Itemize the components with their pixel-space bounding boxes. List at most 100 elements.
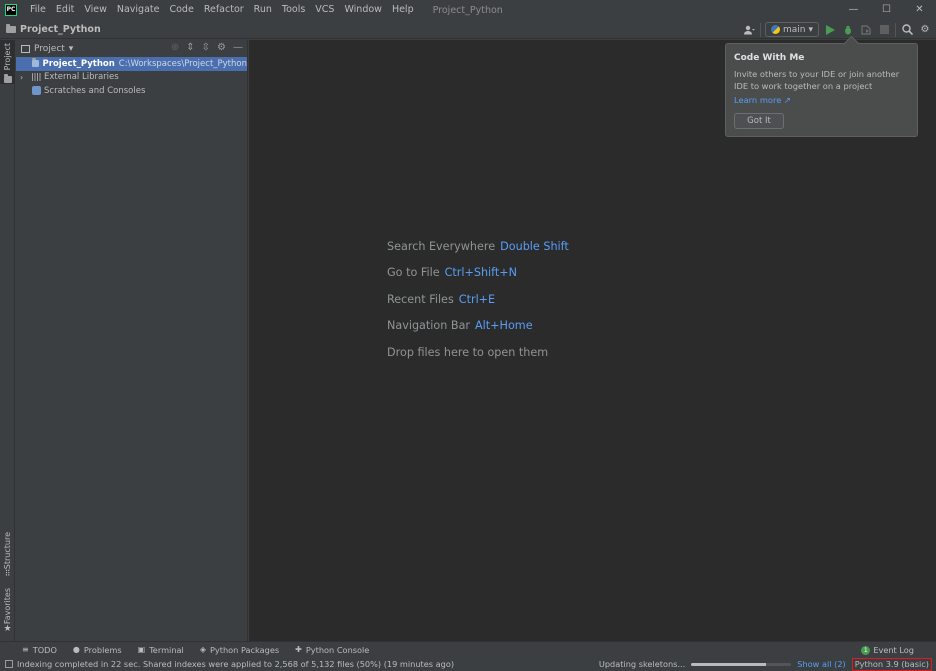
pycharm-logo-icon[interactable]: PC <box>5 4 17 16</box>
hint-go-to-file: Go to File Ctrl+Shift+N <box>387 266 569 292</box>
hint-text: Drop files here to open them <box>387 345 549 359</box>
run-configuration-select[interactable]: main ▾ <box>764 22 819 37</box>
python-icon <box>770 25 780 34</box>
progress-fill <box>691 662 767 666</box>
background-task-progress[interactable] <box>691 662 792 666</box>
background-task-label[interactable]: Updating skeletons... <box>599 659 685 669</box>
popup-body: Invite others to your IDE or join anothe… <box>734 69 900 91</box>
menu-help[interactable]: Help <box>387 0 419 20</box>
tab-python-packages-label: Python Packages <box>209 644 280 655</box>
hint-navigation-bar: Navigation Bar Alt+Home <box>387 319 569 345</box>
folder-icon <box>32 58 39 68</box>
chevron-down-icon: ▾ <box>808 24 813 35</box>
tab-python-console[interactable]: ✚ Python Console <box>287 645 377 655</box>
menu-window[interactable]: Window <box>339 0 386 20</box>
tree-item-project[interactable]: Project_Python C:\Workspaces\Project_Pyt… <box>16 57 247 71</box>
gear-icon[interactable]: ⚙ <box>918 23 932 37</box>
tab-python-packages[interactable]: ◈ Python Packages <box>192 645 287 655</box>
python-console-icon: ✚ <box>295 645 302 654</box>
hint-shortcut: Alt+Home <box>475 319 533 333</box>
hint-recent-files: Recent Files Ctrl+E <box>387 293 569 319</box>
hint-text: Search Everywhere <box>387 240 496 253</box>
user-icon[interactable] <box>742 23 756 37</box>
hint-shortcut: Ctrl+E <box>458 292 496 306</box>
left-tool-strip: Project Structure ⠿ Favorites ★ <box>0 40 15 641</box>
code-with-me-popup: Code With Me Invite others to your IDE o… <box>725 43 918 137</box>
menu-file[interactable]: File <box>25 0 51 20</box>
gear-icon[interactable]: ⚙ <box>217 42 226 53</box>
menu-code[interactable]: Code <box>164 0 198 20</box>
learn-more-link[interactable]: Learn more ↗ <box>734 95 791 105</box>
status-right: Updating skeletons... Show all (2) Pytho… <box>599 657 932 671</box>
run-configuration-label: main <box>782 24 806 35</box>
folder-icon <box>3 74 12 84</box>
collapse-all-icon[interactable]: ⇳ <box>202 42 210 53</box>
separator <box>759 22 761 37</box>
bottom-tool-bar: ≡ TODO ● Problems ▣ Terminal ◈ Python Pa… <box>0 641 936 657</box>
tab-problems[interactable]: ● Problems <box>65 645 130 655</box>
expand-all-icon[interactable]: ⇕ <box>186 42 194 53</box>
run-icon[interactable] <box>823 23 837 37</box>
tree-item-label: Project_Python <box>42 58 115 69</box>
status-message[interactable]: Indexing completed in 22 sec. Shared ind… <box>17 659 454 669</box>
menu-view[interactable]: View <box>79 0 112 20</box>
separator <box>895 22 896 37</box>
debug-icon[interactable] <box>841 23 855 37</box>
menu-refactor[interactable]: Refactor <box>199 0 249 20</box>
menu-navigate[interactable]: Navigate <box>112 0 165 20</box>
project-view-select[interactable]: Project <box>34 44 65 54</box>
tool-windows-toggle-icon[interactable] <box>5 660 13 668</box>
popup-title: Code With Me <box>734 53 805 63</box>
hint-text: Recent Files <box>387 292 454 306</box>
tab-favorites[interactable]: Favorites ★ <box>0 588 15 636</box>
chevron-right-icon[interactable]: › <box>20 73 32 82</box>
locate-icon[interactable]: ⊕ <box>171 42 179 53</box>
hint-text: Navigation Bar <box>387 319 471 333</box>
tree-item-external-libraries[interactable]: › External Libraries <box>16 71 247 85</box>
breadcrumb-project[interactable]: Project_Python <box>20 24 101 35</box>
hint-text: Go to File <box>387 266 440 280</box>
event-log-icon: 1 <box>861 645 871 655</box>
menu-run[interactable]: Run <box>249 0 277 20</box>
menu-vcs[interactable]: VCS <box>310 0 339 20</box>
structure-icon: ⠿ <box>4 569 11 579</box>
hide-icon[interactable]: — <box>233 42 243 53</box>
tab-terminal-label: Terminal <box>149 644 184 655</box>
hint-shortcut: Ctrl+Shift+N <box>444 266 518 280</box>
python-interpreter-selector[interactable]: Python 3.9 (basic) <box>851 657 932 671</box>
tab-todo-label: TODO <box>32 644 57 655</box>
window-title: Project_Python <box>432 4 503 16</box>
problems-icon: ● <box>72 645 80 654</box>
breadcrumb[interactable]: Project_Python <box>6 23 101 35</box>
tab-todo[interactable]: ≡ TODO <box>14 645 65 655</box>
library-icon <box>32 73 41 82</box>
tab-terminal[interactable]: ▣ Terminal <box>130 645 192 655</box>
tab-structure-label: Structure <box>3 532 12 570</box>
search-icon[interactable] <box>900 23 914 37</box>
stop-icon[interactable] <box>877 23 891 37</box>
maximize-button[interactable]: ☐ <box>870 0 903 20</box>
chevron-down-icon[interactable]: ▾ <box>69 44 74 54</box>
tree-item-scratches[interactable]: Scratches and Consoles <box>16 84 247 98</box>
project-panel-header: Project ▾ ⊕ ⇕ ⇳ ⚙ — <box>16 40 247 57</box>
scratches-icon <box>32 86 41 96</box>
coverage-icon[interactable] <box>859 23 873 37</box>
hint-shortcut: Double Shift <box>500 240 569 253</box>
close-button[interactable]: ✕ <box>903 0 936 20</box>
status-bar: Indexing completed in 22 sec. Shared ind… <box>0 657 936 671</box>
tab-project[interactable]: Project <box>0 40 15 84</box>
menu-edit[interactable]: Edit <box>51 0 79 20</box>
tab-structure[interactable]: Structure ⠿ <box>0 532 15 580</box>
minimize-button[interactable]: — <box>837 0 870 20</box>
tab-python-console-label: Python Console <box>305 644 370 655</box>
window-controls: — ☐ ✕ <box>837 0 936 20</box>
menu-tools[interactable]: Tools <box>277 0 310 20</box>
project-panel: Project ▾ ⊕ ⇕ ⇳ ⚙ — Project_Python C:\Wo… <box>16 40 248 641</box>
show-all-tasks-link[interactable]: Show all (2) <box>797 659 845 669</box>
got-it-button[interactable]: Got It <box>734 113 784 129</box>
star-icon: ★ <box>3 624 12 635</box>
project-view-icon <box>21 44 30 53</box>
tab-problems-label: Problems <box>83 644 122 655</box>
hint-drop-files: Drop files here to open them <box>387 346 569 372</box>
event-log-tab[interactable]: 1 Event Log <box>861 642 914 658</box>
